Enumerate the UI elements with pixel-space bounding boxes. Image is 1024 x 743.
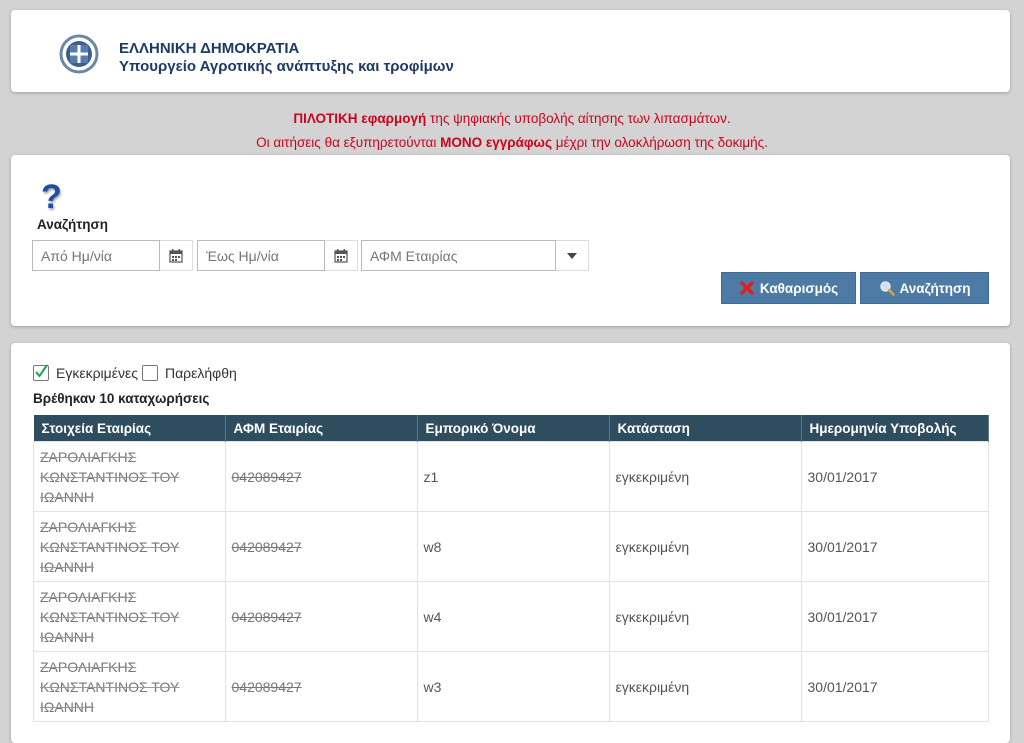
- pilot-notice: ΠΙΛΟΤΙΚΗ εφαρμογή της ψηφιακής υποβολής …: [0, 111, 1024, 126]
- from-date-calendar-button[interactable]: [160, 240, 193, 271]
- checkmark-icon: [35, 364, 48, 378]
- afm-cell: 042089427: [224, 581, 418, 652]
- submission-date-cell: 30/01/2017: [800, 581, 989, 652]
- written-only-notice: Οι αιτήσεις θα εξυπηρετούνται ΜΟΝΟ εγγρά…: [0, 135, 1024, 150]
- status-cell: εγκεκριμένη: [608, 441, 802, 512]
- afm-dropdown-button[interactable]: [556, 240, 589, 271]
- trade-name-cell: w3: [416, 651, 610, 722]
- written-notice-bold: ΜΟΝΟ εγγράφως: [440, 135, 552, 150]
- written-notice-pre: Οι αιτήσεις θα εξυπηρετούνται: [256, 135, 441, 150]
- red-x-icon: [740, 281, 754, 295]
- column-header[interactable]: Κατάσταση: [609, 415, 802, 442]
- results-count: Βρέθηκαν 10 καταχωρήσεις: [33, 391, 210, 406]
- table-row[interactable]: ΖΑΡΟΛΙΑΓΚΗΣ ΚΩΝΣΤΑΝΤΙΝΟΣ ΤΟΥ ΙΩΑΝΝΗ 0420…: [33, 651, 989, 722]
- trade-name-cell: z1: [416, 441, 610, 512]
- approved-checkbox[interactable]: [33, 364, 49, 381]
- results-table: Στοιχεία Εταιρίας ΑΦΜ Εταιρίας Εμπορικό …: [33, 415, 989, 722]
- afm-cell: 042089427: [224, 441, 418, 512]
- pilot-notice-text: της ψηφιακής υποβολής αίτησης των λιπασμ…: [426, 111, 731, 126]
- ministry-title: Υπουργείο Αγροτικής ανάπτυξης και τροφίμ…: [119, 58, 454, 75]
- status-cell: εγκεκριμένη: [608, 651, 802, 722]
- approved-label[interactable]: Εγκεκριμένες: [56, 365, 138, 381]
- afm-cell: 042089427: [224, 651, 418, 722]
- afm-cell: 042089427: [224, 511, 418, 582]
- submission-date-cell: 30/01/2017: [800, 651, 989, 722]
- help-icon[interactable]: ?: [41, 179, 71, 215]
- search-button-label: Αναζήτηση: [899, 280, 971, 296]
- table-row[interactable]: ΖΑΡΟΛΙΑΓΚΗΣ ΚΩΝΣΤΑΝΤΙΝΟΣ ΤΟΥ ΙΩΑΝΝΗ 0420…: [33, 511, 989, 582]
- company-details-cell: ΖΑΡΟΛΙΑΓΚΗΣ ΚΩΝΣΤΑΝΤΙΝΟΣ ΤΟΥ ΙΩΑΝΝΗ: [33, 511, 226, 582]
- received-checkbox[interactable]: [141, 365, 158, 381]
- trade-name-cell: w8: [416, 511, 610, 582]
- greek-emblem-icon: [59, 34, 99, 74]
- country-title: ΕΛΛΗΝΙΚΗ ΔΗΜΟΚΡΑΤΙΑ: [119, 40, 300, 57]
- written-notice-post: μέχρι την ολοκλήρωση της δοκιμής.: [551, 135, 768, 150]
- header-banner: ΕΛΛΗΝΙΚΗ ΔΗΜΟΚΡΑΤΙΑ Υπουργείο Αγροτικής …: [11, 10, 1010, 92]
- pilot-notice-bold: ΠΙΛΟΤΙΚΗ εφαρμογή: [293, 111, 427, 126]
- column-header[interactable]: Στοιχεία Εταιρίας: [33, 415, 226, 442]
- company-details-cell: ΖΑΡΟΛΙΑΓΚΗΣ ΚΩΝΣΤΑΝΤΙΝΟΣ ΤΟΥ ΙΩΑΝΝΗ: [33, 581, 226, 652]
- submission-date-cell: 30/01/2017: [800, 511, 989, 582]
- status-cell: εγκεκριμένη: [608, 511, 802, 582]
- trade-name-cell: w4: [416, 581, 610, 652]
- column-header[interactable]: Εμπορικό Όνομα: [417, 415, 610, 442]
- company-details-cell: ΖΑΡΟΛΙΑΓΚΗΣ ΚΩΝΣΤΑΝΤΙΝΟΣ ΤΟΥ ΙΩΑΝΝΗ: [33, 651, 226, 722]
- submission-date-cell: 30/01/2017: [800, 441, 989, 512]
- calendar-icon: [169, 248, 183, 263]
- company-afm-input[interactable]: [361, 240, 556, 271]
- caret-down-icon: [567, 252, 577, 259]
- calendar-icon: [334, 248, 348, 263]
- to-date-calendar-button[interactable]: [325, 240, 358, 271]
- column-header[interactable]: ΑΦΜ Εταιρίας: [225, 415, 418, 442]
- column-header[interactable]: Ημερομηνία Υποβολής: [801, 415, 989, 442]
- company-details-cell: ΖΑΡΟΛΙΑΓΚΗΣ ΚΩΝΣΤΑΝΤΙΝΟΣ ΤΟΥ ΙΩΑΝΝΗ: [33, 441, 226, 512]
- search-panel: ? Αναζήτηση Καθαρισμός: [11, 155, 1010, 326]
- search-button[interactable]: Αναζήτηση: [860, 272, 989, 304]
- table-row[interactable]: ΖΑΡΟΛΙΑΓΚΗΣ ΚΩΝΣΤΑΝΤΙΝΟΣ ΤΟΥ ΙΩΑΝΝΗ 0420…: [33, 581, 989, 652]
- status-cell: εγκεκριμένη: [608, 581, 802, 652]
- received-label[interactable]: Παρελήφθη: [165, 365, 237, 381]
- clear-button[interactable]: Καθαρισμός: [721, 272, 856, 304]
- from-date-input[interactable]: [32, 240, 160, 271]
- status-filters: Εγκεκριμένες Παρελήφθη: [33, 364, 237, 381]
- table-header-row: Στοιχεία Εταιρίας ΑΦΜ Εταιρίας Εμπορικό …: [33, 415, 989, 442]
- clear-button-label: Καθαρισμός: [759, 280, 839, 296]
- magnifier-icon: [879, 281, 895, 296]
- to-date-input[interactable]: [197, 240, 325, 271]
- search-heading: Αναζήτηση: [37, 217, 108, 232]
- results-panel: Εγκεκριμένες Παρελήφθη Βρέθηκαν 10 καταχ…: [11, 343, 1010, 743]
- table-row[interactable]: ΖΑΡΟΛΙΑΓΚΗΣ ΚΩΝΣΤΑΝΤΙΝΟΣ ΤΟΥ ΙΩΑΝΝΗ 0420…: [33, 441, 989, 512]
